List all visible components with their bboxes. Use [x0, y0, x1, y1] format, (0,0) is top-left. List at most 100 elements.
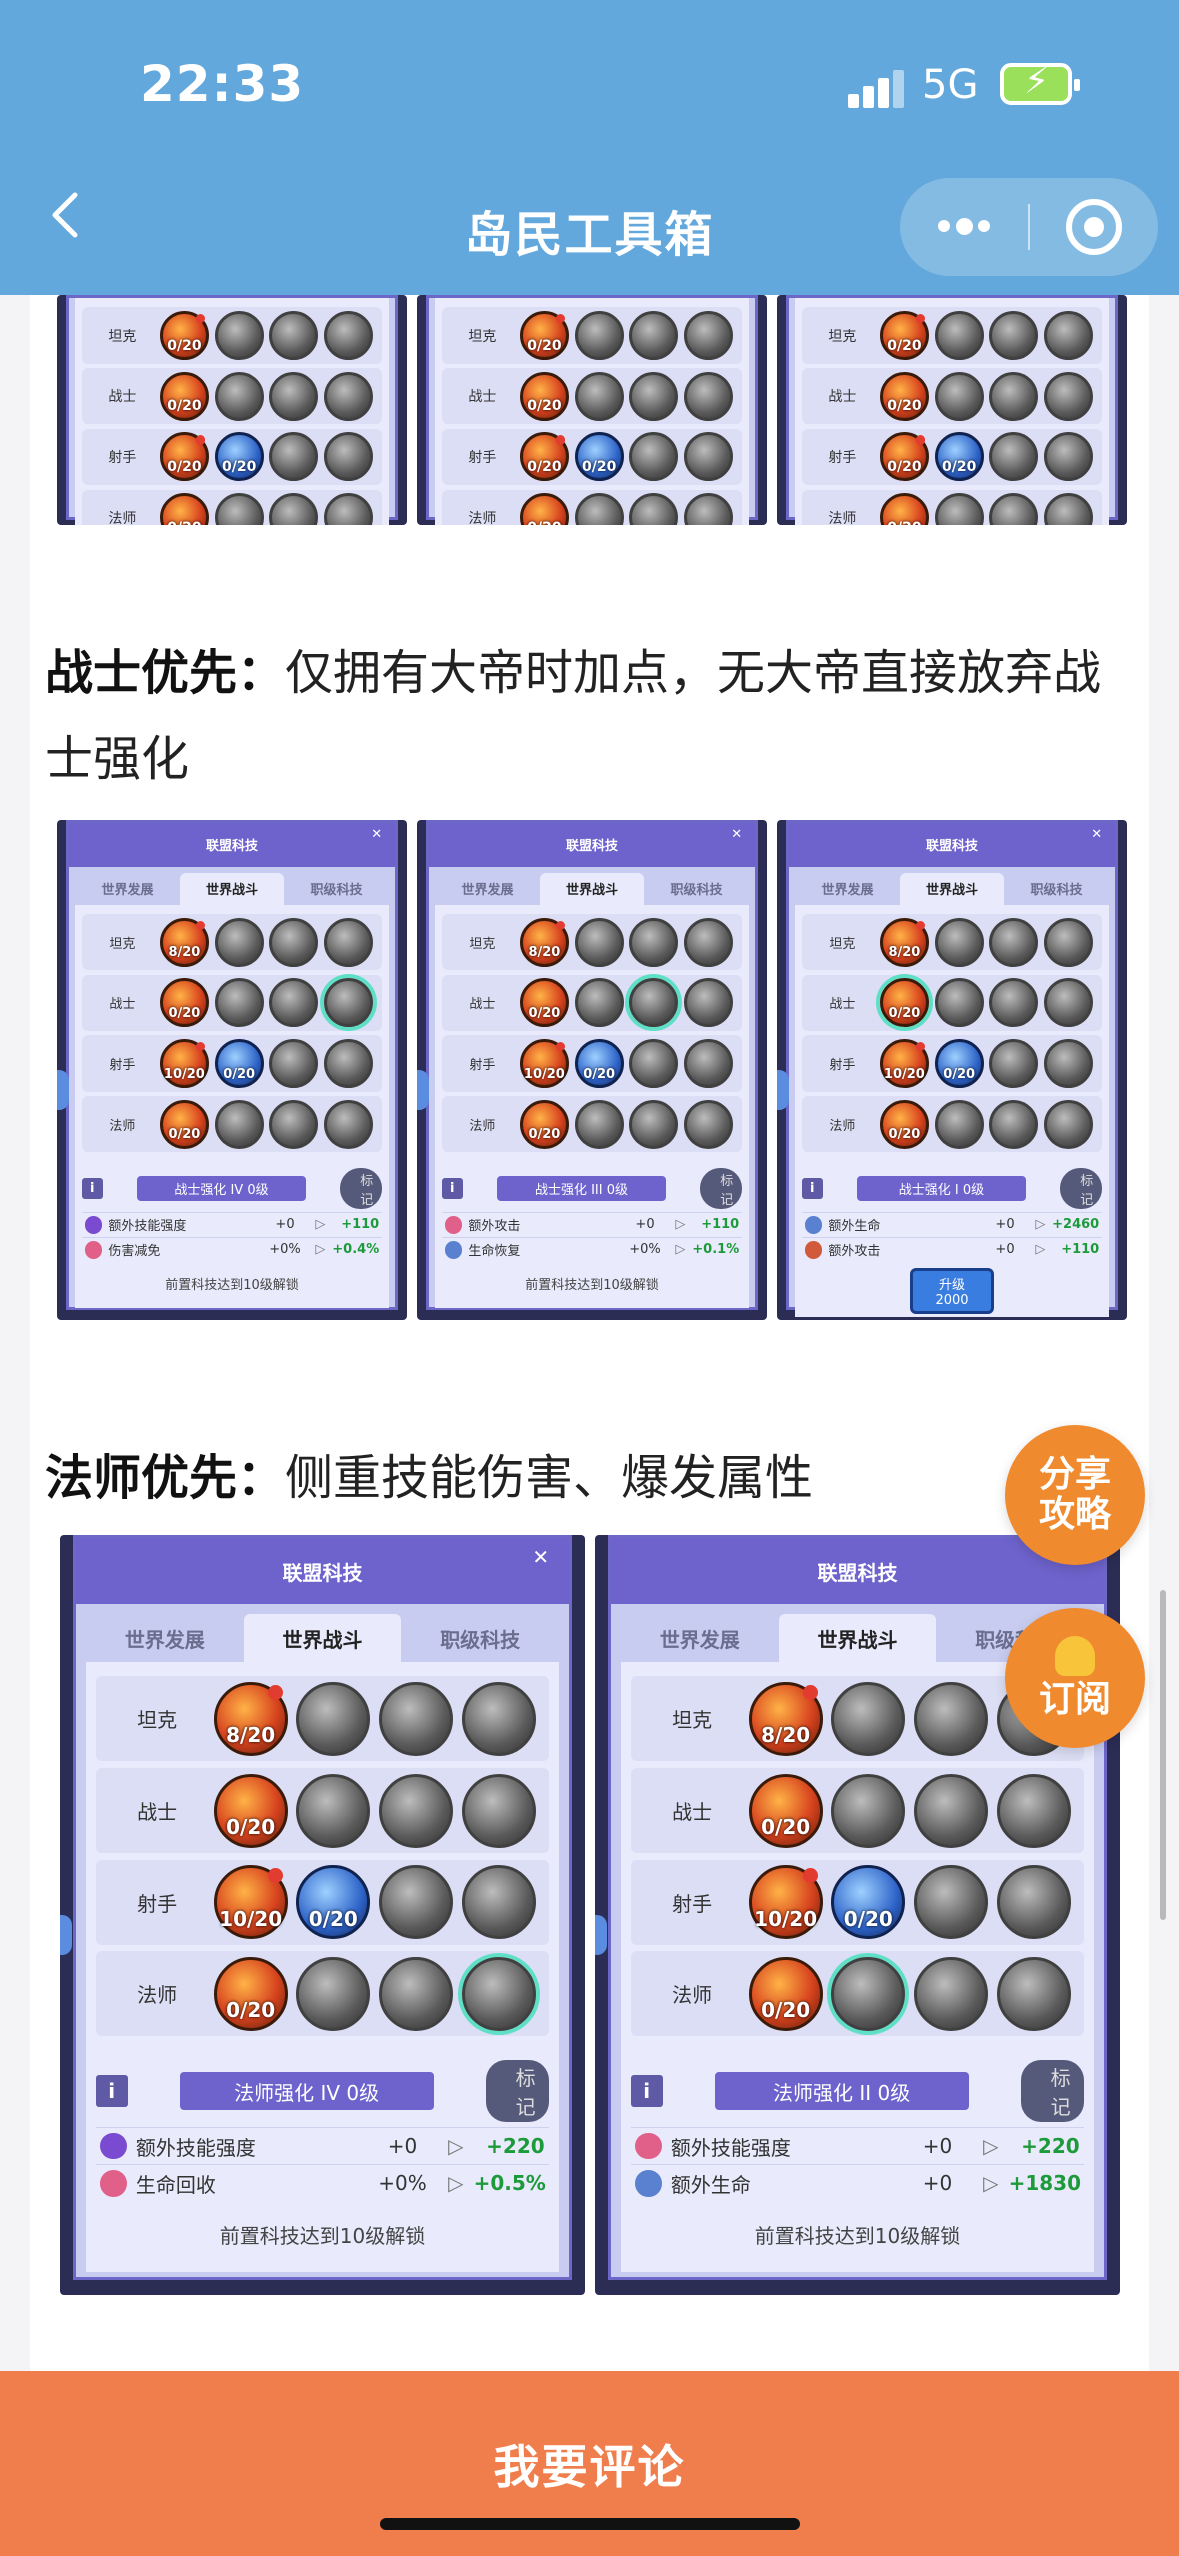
tech-node[interactable] — [574, 310, 624, 361]
tech-node[interactable]: 0/20 — [748, 1773, 823, 1848]
tech-node[interactable] — [1044, 917, 1094, 967]
tech-node[interactable]: 0/20 — [831, 1865, 906, 1940]
tab-1[interactable]: 世界战斗 — [778, 1614, 937, 1663]
tech-node[interactable] — [629, 917, 679, 967]
tech-node[interactable] — [574, 1099, 624, 1149]
tech-node[interactable] — [379, 1956, 453, 2031]
tech-node[interactable] — [296, 1773, 371, 1848]
close-miniprogram-icon[interactable] — [1066, 199, 1122, 255]
tab-1[interactable]: 世界战斗 — [179, 873, 285, 905]
tech-node[interactable] — [461, 1681, 536, 1756]
side-expand-tab[interactable] — [60, 1915, 72, 1955]
tech-node[interactable] — [914, 1865, 988, 1940]
tab-2[interactable]: 职级科技 — [644, 873, 748, 905]
tech-node[interactable] — [296, 1681, 371, 1756]
tech-node[interactable] — [1044, 1039, 1094, 1089]
more-icon[interactable] — [938, 218, 992, 236]
tech-node[interactable]: 10/20 — [748, 1865, 823, 1940]
tech-node[interactable]: 0/20 — [748, 1956, 823, 2031]
mark-toggle[interactable]: 标记 — [1020, 2059, 1085, 2123]
tech-node[interactable]: 0/20 — [574, 432, 624, 482]
tech-node[interactable] — [324, 493, 374, 525]
tech-node[interactable] — [934, 310, 984, 361]
tech-node[interactable] — [324, 1099, 374, 1149]
tech-node[interactable]: 0/20 — [934, 1039, 984, 1089]
tech-node[interactable]: 0/20 — [519, 978, 569, 1028]
tech-node[interactable]: 0/20 — [879, 310, 929, 361]
tech-node[interactable] — [214, 371, 264, 421]
info-icon[interactable]: i — [801, 1177, 823, 1199]
tech-node[interactable] — [996, 1956, 1071, 2031]
tech-node[interactable] — [1044, 432, 1094, 482]
tech-node[interactable]: 10/20 — [213, 1865, 288, 1940]
tech-node[interactable] — [629, 432, 679, 482]
tech-node[interactable] — [989, 917, 1039, 967]
tech-node[interactable]: 10/20 — [879, 1039, 929, 1089]
mark-toggle[interactable]: 标记 — [1060, 1168, 1103, 1209]
tech-node[interactable] — [574, 978, 624, 1028]
tech-node[interactable]: 0/20 — [879, 978, 929, 1028]
tech-node[interactable]: 0/20 — [159, 493, 209, 525]
tech-node[interactable]: 0/20 — [879, 371, 929, 421]
tech-node[interactable] — [1044, 493, 1094, 525]
tab-0[interactable]: 世界发展 — [795, 873, 899, 905]
subscribe-button[interactable]: 订阅 — [1005, 1608, 1145, 1748]
tech-node[interactable] — [461, 1773, 536, 1848]
tech-node[interactable] — [989, 1099, 1039, 1149]
tech-node[interactable] — [379, 1773, 453, 1848]
tech-node[interactable] — [214, 493, 264, 525]
tech-node[interactable]: 0/20 — [519, 371, 569, 421]
tech-node[interactable] — [629, 978, 679, 1028]
tab-2[interactable]: 职级科技 — [284, 873, 388, 905]
tech-node[interactable]: 0/20 — [159, 310, 209, 361]
tech-node[interactable] — [934, 493, 984, 525]
tech-node[interactable] — [461, 1865, 536, 1940]
info-icon[interactable]: i — [441, 1177, 463, 1199]
tech-node[interactable]: 8/20 — [748, 1681, 823, 1756]
tech-node[interactable]: 0/20 — [519, 432, 569, 482]
tech-node[interactable]: 0/20 — [214, 432, 264, 482]
tech-node[interactable] — [934, 1099, 984, 1149]
tech-node[interactable] — [269, 917, 319, 967]
mark-toggle[interactable]: 标记 — [340, 1168, 383, 1209]
tech-node[interactable] — [214, 1099, 264, 1149]
tech-node[interactable] — [269, 978, 319, 1028]
tech-node[interactable] — [989, 493, 1039, 525]
tech-node[interactable]: 0/20 — [879, 1099, 929, 1149]
tech-node[interactable] — [684, 1099, 734, 1149]
tech-node[interactable] — [269, 493, 319, 525]
tech-node[interactable] — [574, 917, 624, 967]
tab-1[interactable]: 世界战斗 — [899, 873, 1005, 905]
tech-node[interactable]: 0/20 — [879, 493, 929, 525]
tech-node[interactable] — [831, 1681, 906, 1756]
tech-node[interactable] — [629, 371, 679, 421]
tech-node[interactable] — [989, 310, 1039, 361]
side-expand-tab[interactable] — [595, 1915, 607, 1955]
tech-node[interactable] — [1044, 310, 1094, 361]
tech-node[interactable] — [934, 371, 984, 421]
tech-node[interactable]: 0/20 — [214, 1039, 264, 1089]
tech-node[interactable] — [214, 310, 264, 361]
tech-node[interactable] — [989, 371, 1039, 421]
tech-node[interactable] — [324, 432, 374, 482]
tech-node[interactable] — [574, 493, 624, 525]
tech-node[interactable] — [934, 978, 984, 1028]
share-guide-button[interactable]: 分享 攻略 — [1005, 1425, 1145, 1565]
upgrade-button[interactable]: 升级 2000 — [909, 1267, 995, 1314]
tech-node[interactable] — [989, 432, 1039, 482]
scrollbar[interactable] — [1160, 1590, 1166, 1920]
tech-node[interactable] — [989, 1039, 1039, 1089]
tech-node[interactable] — [296, 1956, 371, 2031]
tab-0[interactable]: 世界发展 — [86, 1614, 244, 1662]
close-icon[interactable]: ✕ — [1091, 827, 1102, 842]
close-icon[interactable]: ✕ — [731, 827, 742, 842]
tech-node[interactable] — [324, 371, 374, 421]
tech-node[interactable] — [324, 310, 374, 361]
tech-node[interactable] — [629, 1039, 679, 1089]
tech-node[interactable] — [996, 1865, 1071, 1940]
tech-node[interactable] — [684, 978, 734, 1028]
tech-node[interactable]: 8/20 — [879, 917, 929, 967]
tech-node[interactable] — [996, 1773, 1071, 1848]
comment-bar[interactable]: 我要评论 — [0, 2371, 1179, 2556]
tech-node[interactable] — [574, 371, 624, 421]
